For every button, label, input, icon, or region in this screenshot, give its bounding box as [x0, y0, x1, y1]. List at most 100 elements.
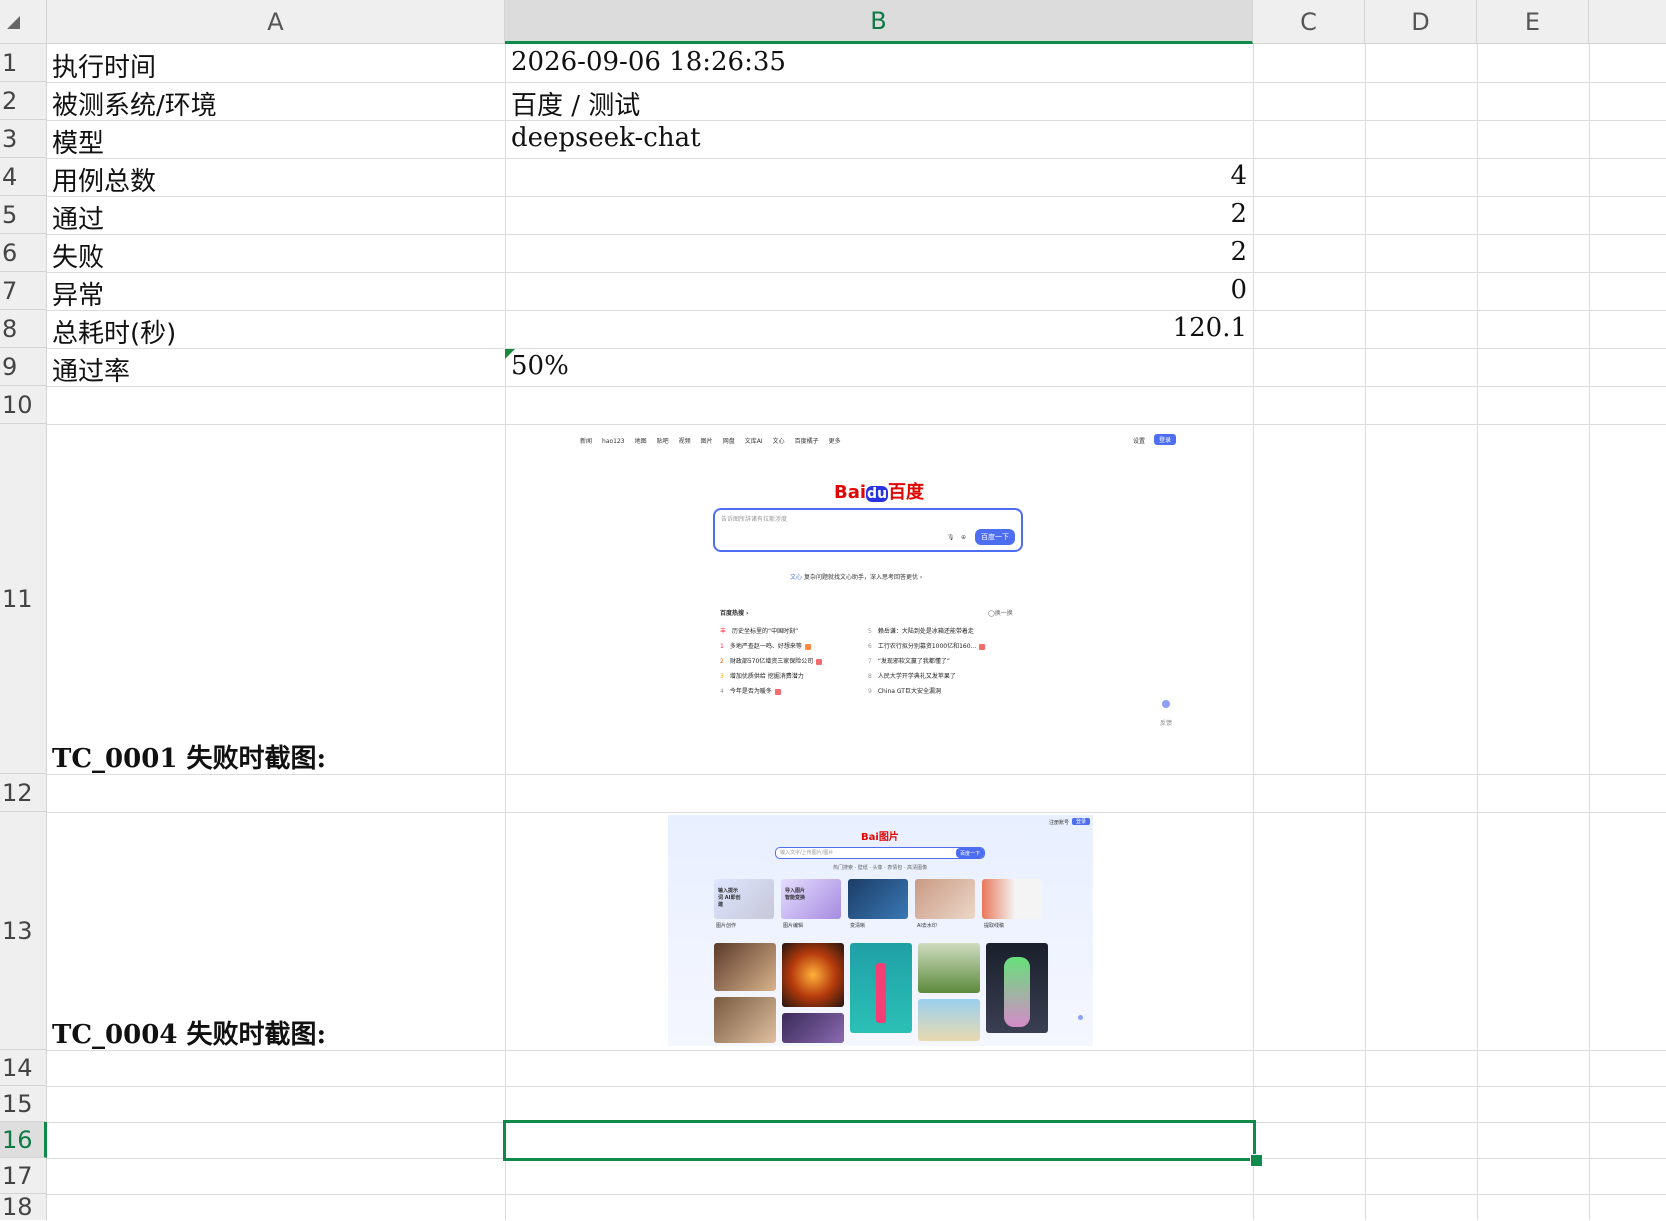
cell-a4[interactable]: 用例总数	[52, 161, 156, 198]
gallery-image	[850, 943, 912, 1033]
search-placeholder: 告诉图所辞诸有拉斯涉度	[721, 516, 788, 523]
img-login-button: 登录	[1072, 818, 1091, 825]
search-placeholder: 输入文字/上传图片/图片	[780, 850, 834, 856]
cell-a11[interactable]: TC_0001 失败时截图:	[52, 738, 326, 775]
row-header-14[interactable]: 14	[0, 1050, 47, 1086]
row-header-9[interactable]: 9	[0, 348, 47, 386]
row-header-17[interactable]: 17	[0, 1158, 47, 1194]
cell-b8[interactable]: 120.1	[1100, 313, 1247, 343]
cell-b1[interactable]: 2026-09-06 18:26:35	[511, 47, 786, 77]
cell-b9[interactable]: 50%	[511, 351, 569, 381]
cell-b5[interactable]: 2	[1100, 199, 1247, 229]
list-item: 5 赖岳谦：大陆到处是冰箱还能带着走	[868, 628, 974, 635]
cell-a5[interactable]: 通过	[52, 199, 104, 236]
img-subnav: 热门搜索 · 壁纸 · 头像 · 表情包 · 高清图像	[833, 865, 928, 871]
row-header-7[interactable]: 7	[0, 272, 47, 310]
nav-link: 视频	[678, 438, 691, 445]
column-header-c[interactable]: C	[1253, 0, 1365, 44]
row-header-10[interactable]: 10	[0, 386, 47, 424]
cell-b6[interactable]: 2	[1100, 237, 1247, 267]
baidu-logo-text: Bai	[861, 832, 879, 843]
row-header-15[interactable]: 15	[0, 1086, 47, 1122]
nav-link: 更多	[828, 438, 841, 445]
card-label: 变清晰	[850, 923, 866, 929]
grid-line	[47, 234, 1666, 235]
row-header-16[interactable]: 16	[0, 1122, 47, 1158]
cell-b7[interactable]: 0	[1100, 275, 1247, 305]
cell-a8[interactable]: 总耗时(秒)	[52, 313, 176, 350]
active-cell-b16[interactable]	[503, 1120, 1256, 1161]
column-header-e[interactable]: E	[1477, 0, 1589, 44]
list-item: 1 多地严查赵一鸣、好想来等	[720, 641, 811, 650]
cell-a2[interactable]: 被测系统/环境	[52, 85, 217, 122]
row-header-13[interactable]: 13	[0, 812, 47, 1050]
grid-line	[47, 196, 1666, 197]
baidu-search-box: 告诉图所辞诸有拉斯涉度 🎙 ⊕ 百度一下	[713, 508, 1023, 552]
card-clarify	[848, 879, 908, 919]
assistant-icon	[1078, 1015, 1083, 1020]
row-header-12[interactable]: 12	[0, 774, 47, 812]
grid-line	[1477, 44, 1478, 1220]
grid-line	[47, 272, 1666, 273]
row-header-5[interactable]: 5	[0, 196, 47, 234]
gallery-image	[714, 943, 776, 991]
card-ai-create: 输入提示词 AI即创建	[714, 879, 774, 919]
cell-a6[interactable]: 失败	[52, 237, 104, 274]
cell-a13[interactable]: TC_0004 失败时截图:	[52, 1014, 326, 1051]
cell-a1[interactable]: 执行时间	[52, 47, 156, 84]
grid-line	[47, 82, 1666, 83]
grid-line	[47, 120, 1666, 121]
failure-screenshot-tc0004[interactable]: 注册账号 登录 Bai图片 输入文字/上传图片/图片 百度一下 热门搜索 · 壁…	[668, 815, 1093, 1046]
baidu-settings-link: 设置	[1133, 438, 1146, 445]
row-header-1[interactable]: 1	[0, 44, 47, 82]
grid-line	[47, 1194, 1666, 1195]
camera-icon: ⊕	[961, 534, 967, 541]
list-item: 4 今年是否为暖冬	[720, 686, 781, 695]
cell-a7[interactable]: 异常	[52, 275, 104, 312]
row-header-18[interactable]: 18	[0, 1193, 47, 1221]
grid-line	[1253, 44, 1254, 1220]
select-all-corner[interactable]	[0, 0, 47, 44]
grid-line	[1589, 44, 1590, 1220]
hot-refresh: ◯换一换	[988, 610, 1013, 617]
card-label: 提取线稿	[984, 923, 1005, 929]
wenxin-hint: 文心 复杂问题就找文心助手，深入思考回答更优 ›	[790, 572, 922, 581]
baidu-logo: Baidu百度	[834, 478, 924, 504]
hot-search-title: 百度热搜 ›	[720, 610, 749, 617]
failure-screenshot-tc0001[interactable]: 新闻 hao123 地图 贴吧 视频 图片 网盘 文库AI 文心 百度橘子 更多 设置 登录 Bai…	[570, 428, 1190, 754]
grid-line	[47, 348, 1666, 349]
feedback-icon: 反馈	[1160, 720, 1173, 727]
card-label: AI去水印	[917, 923, 937, 929]
nav-link: 文库AI	[744, 438, 763, 445]
grid-line	[47, 812, 1666, 813]
grid-line	[47, 424, 1666, 425]
assistant-icon	[1162, 700, 1170, 708]
gallery-image	[782, 1013, 844, 1043]
fill-handle[interactable]	[1250, 1154, 1263, 1167]
grid-line	[505, 44, 506, 1220]
card-lineart	[982, 879, 1042, 919]
cell-b4[interactable]: 4	[1100, 161, 1247, 191]
cell-b2[interactable]: 百度 / 测试	[511, 85, 640, 122]
column-header-b[interactable]: B	[505, 0, 1253, 44]
wenxin-icon: 文心	[790, 574, 803, 581]
column-header-a[interactable]: A	[47, 0, 505, 44]
column-header-f[interactable]	[1589, 0, 1666, 44]
row-header-2[interactable]: 2	[0, 82, 47, 120]
list-item: 3 增加优质供给 挖掘消费潜力	[720, 673, 804, 680]
baidu-image-logo: Bai图片	[861, 828, 899, 843]
row-header-11[interactable]: 11	[0, 424, 47, 774]
cell-b3[interactable]: deepseek-chat	[511, 123, 701, 153]
card-label: 图片编辑	[783, 923, 804, 929]
row-header-6[interactable]: 6	[0, 234, 47, 272]
row-header-8[interactable]: 8	[0, 310, 47, 348]
nav-link: 图片	[700, 438, 713, 445]
row-header-4[interactable]: 4	[0, 158, 47, 196]
nav-link: 网盘	[722, 438, 735, 445]
row-header-3[interactable]: 3	[0, 120, 47, 158]
gallery-image	[918, 943, 980, 993]
cell-a9[interactable]: 通过率	[52, 351, 130, 388]
grid-line	[47, 310, 1666, 311]
cell-a3[interactable]: 模型	[52, 123, 104, 160]
column-header-d[interactable]: D	[1365, 0, 1477, 44]
